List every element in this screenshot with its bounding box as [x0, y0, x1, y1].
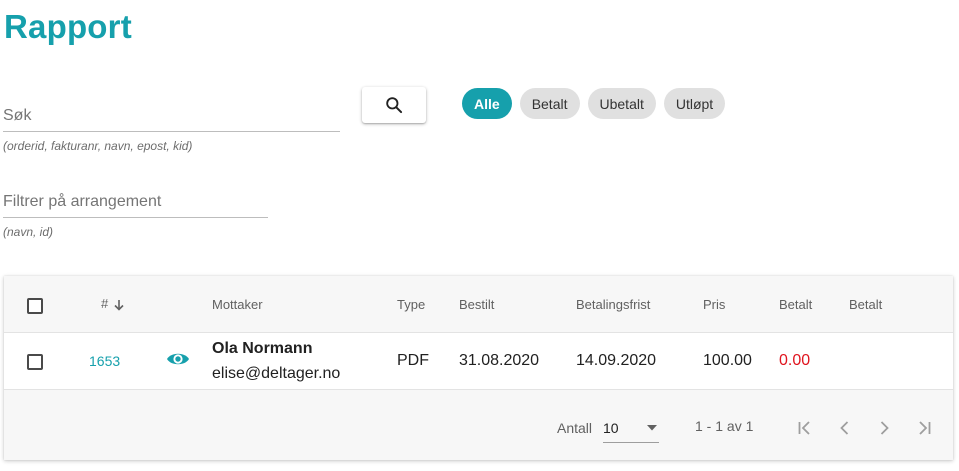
recipient-name: Ola Normann: [212, 340, 313, 357]
eye-icon[interactable]: [166, 349, 190, 369]
page-title: Rapport: [4, 8, 132, 45]
chip-unpaid[interactable]: Ubetalt: [587, 88, 656, 119]
document-type: PDF: [397, 352, 429, 369]
chip-paid[interactable]: Betalt: [519, 88, 580, 119]
table-row: 1653 Ola Normann elise@deltager.no PDF 3…: [4, 333, 953, 390]
column-header-paid-2[interactable]: Betalt: [849, 297, 882, 312]
column-header-due[interactable]: Betalingsfrist: [576, 297, 650, 312]
due-date: 14.09.2020: [576, 352, 657, 369]
price-value: 100.00: [703, 352, 752, 369]
chip-expired[interactable]: Utløpt: [663, 88, 726, 119]
search-button[interactable]: [362, 87, 426, 123]
select-all-checkbox[interactable]: [27, 298, 43, 314]
ordered-date: 31.08.2020: [459, 352, 540, 369]
caret-down-icon: [647, 425, 657, 431]
chevron-right-icon: [880, 421, 889, 435]
column-header-recipient[interactable]: Mottaker: [212, 297, 263, 312]
column-header-price[interactable]: Pris: [703, 297, 725, 312]
paid-amount: 0.00: [779, 352, 811, 369]
chevron-left-icon: [840, 421, 849, 435]
order-id-link[interactable]: 1653: [89, 353, 120, 369]
chip-all[interactable]: Alle: [462, 88, 512, 119]
column-header-paid[interactable]: Betalt: [779, 297, 812, 312]
rows-per-page-select[interactable]: 10: [603, 417, 659, 443]
first-page-icon: [798, 421, 810, 435]
search-field: (orderid, fakturanr, navn, epost, kid): [3, 107, 340, 153]
row-checkbox[interactable]: [27, 354, 43, 370]
event-filter-field: (navn, id): [3, 193, 268, 239]
column-header-type[interactable]: Type: [397, 297, 425, 312]
report-table: # Mottaker Type Bestilt Betalingsfrist P…: [4, 276, 953, 460]
column-header-number[interactable]: #: [101, 296, 125, 311]
last-page-icon: [919, 421, 931, 435]
rows-per-page-value: 10: [603, 420, 619, 436]
arrow-down-icon: [114, 299, 124, 311]
search-input[interactable]: [3, 107, 340, 132]
event-filter-hint: (navn, id): [3, 225, 54, 239]
previous-page-button[interactable]: [833, 416, 857, 440]
recipient-email: elise@deltager.no: [212, 365, 341, 382]
next-page-button[interactable]: [872, 416, 896, 440]
status-filter-chips: Alle Betalt Ubetalt Utløpt: [462, 88, 726, 119]
table-header: # Mottaker Type Bestilt Betalingsfrist P…: [4, 276, 953, 333]
search-hint: (orderid, fakturanr, navn, epost, kid): [3, 139, 193, 153]
pagination-range: 1 - 1 av 1: [695, 418, 754, 434]
first-page-button[interactable]: [793, 416, 817, 440]
last-page-button[interactable]: [912, 416, 936, 440]
table-pagination: Antall 10 1 - 1 av 1: [4, 390, 953, 460]
search-icon: [386, 97, 403, 114]
event-filter-input[interactable]: [3, 193, 268, 218]
column-header-ordered[interactable]: Bestilt: [459, 297, 494, 312]
rows-per-page-label: Antall: [557, 420, 593, 436]
